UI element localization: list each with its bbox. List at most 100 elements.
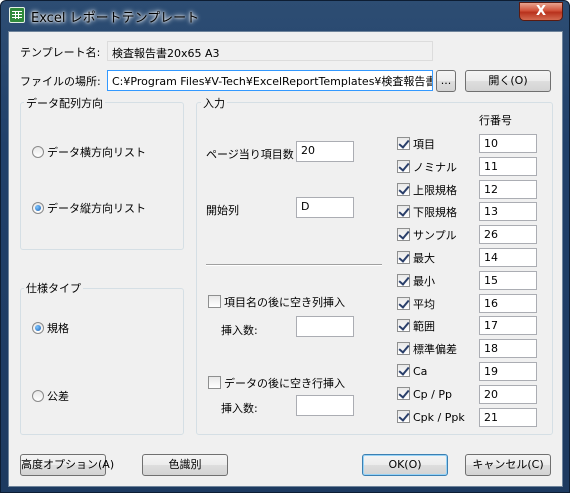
row-checkbox[interactable]: Cp / Pp	[397, 386, 452, 401]
browse-button[interactable]: ...	[436, 70, 456, 92]
row-checkbox-box	[397, 137, 410, 150]
radio-tolerance-dot	[32, 390, 44, 402]
window-title: Excel レポートテンプレート	[31, 11, 200, 26]
radio-spec-limit-dot	[32, 322, 44, 334]
row-number-input[interactable]: 13	[479, 202, 537, 222]
insert-column-count-input[interactable]	[296, 316, 354, 337]
row-checkbox-box	[397, 228, 410, 242]
row-number-input[interactable]: 12	[479, 179, 537, 199]
row-checkbox-box	[397, 409, 410, 423]
spec-type-title: 仕様タイプ	[24, 280, 83, 296]
row-number-input[interactable]: 20	[479, 384, 537, 404]
row-checkbox[interactable]: Ca	[397, 364, 427, 378]
row-number-input[interactable]: 19	[479, 362, 537, 381]
dialog-window: Excel レポートテンプレート X テンプレート名: 検査報告書20x65 A…	[0, 0, 570, 493]
row-checkbox-box	[397, 159, 410, 173]
row-number-input[interactable]: 14	[479, 248, 537, 267]
items-per-page-label: ページ当り項目数	[206, 148, 294, 161]
insert-row-box	[208, 376, 221, 389]
radio-spec-limit[interactable]: 規格	[32, 320, 69, 336]
row-checkbox-label: 上限規格	[413, 183, 457, 197]
row-number-input[interactable]: 16	[479, 293, 537, 313]
row-checkbox-label: 項目	[413, 138, 435, 151]
row-checkbox-box	[397, 251, 410, 264]
insert-column-checkbox[interactable]: 項目名の後に空き列挿入	[208, 294, 345, 310]
row-checkbox[interactable]: 最大	[397, 250, 435, 266]
insert-row-count-input[interactable]	[296, 395, 354, 416]
row-checkbox[interactable]: 最小	[397, 273, 435, 289]
row-checkbox-box	[397, 296, 410, 310]
template-name-label: テンプレート名:	[20, 46, 101, 59]
radio-horizontal-list[interactable]: データ横方向リスト	[32, 144, 146, 160]
row-checkbox-label: 下限規格	[413, 206, 457, 220]
row-checkbox[interactable]: 範囲	[397, 318, 435, 334]
row-checkbox[interactable]: 平均	[397, 296, 435, 312]
template-name-value: 検査報告書20x65 A3	[107, 41, 433, 61]
row-checkbox-label: ノミナル	[413, 160, 457, 174]
row-number-input[interactable]: 10	[479, 134, 537, 153]
items-per-page-input[interactable]: 20	[296, 141, 354, 162]
dialog-client-area: テンプレート名: 検査報告書20x65 A3 ファイルの場所: C:¥Progr…	[8, 31, 563, 487]
row-number-input[interactable]: 11	[479, 156, 537, 176]
cancel-button[interactable]: キャンセル(C)	[465, 454, 551, 476]
insert-row-checkbox[interactable]: データの後に空き行挿入	[208, 375, 345, 391]
data-direction-title: データ配列方向	[24, 95, 105, 111]
advanced-options-button[interactable]: 高度オプション(A)	[20, 454, 114, 476]
input-separator	[206, 264, 382, 266]
row-checkbox-box	[397, 386, 410, 400]
insert-column-count-label: 挿入数:	[221, 324, 258, 337]
data-direction-group	[20, 102, 184, 250]
ok-button[interactable]: OK(O)	[362, 454, 448, 476]
title-bar[interactable]: Excel レポートテンプレート X	[1, 1, 569, 31]
row-checkbox[interactable]: 上限規格	[397, 182, 457, 198]
row-number-input[interactable]: 17	[479, 316, 537, 336]
row-checkbox-label: 最大	[413, 252, 435, 265]
file-location-label: ファイルの場所:	[20, 75, 101, 88]
row-checkbox[interactable]: Cpk / Ppk	[397, 409, 465, 424]
radio-tolerance-label: 公差	[47, 390, 69, 403]
radio-horizontal-dot	[32, 146, 44, 158]
row-checkbox-box	[397, 342, 410, 356]
radio-vertical-dot	[32, 202, 44, 214]
row-checkbox[interactable]: 標準偏差	[397, 341, 457, 357]
start-column-label: 開始列	[206, 204, 239, 217]
row-checkbox[interactable]: サンプル	[397, 227, 457, 243]
insert-column-label: 項目名の後に空き列挿入	[224, 296, 345, 309]
row-number-input[interactable]: 26	[479, 225, 537, 245]
row-checkbox-box	[397, 364, 410, 377]
insert-row-count-label: 挿入数:	[221, 402, 258, 415]
row-checkbox-box	[397, 182, 410, 196]
input-group-title: 入力	[201, 95, 227, 111]
row-checkbox-label: サンプル	[413, 229, 457, 243]
radio-vertical-list[interactable]: データ縦方向リスト	[32, 200, 146, 216]
open-button[interactable]: 開く(O)	[465, 70, 551, 92]
row-checkbox[interactable]: 項目	[397, 136, 435, 152]
file-location-input[interactable]: C:¥Program Files¥V-Tech¥ExcelReportTempl…	[107, 70, 433, 91]
row-number-input[interactable]: 21	[479, 407, 537, 427]
row-checkbox-label: 平均	[413, 297, 435, 311]
radio-horizontal-label: データ横方向リスト	[47, 146, 146, 159]
row-checkbox-label: Cp / Pp	[413, 387, 452, 401]
row-checkbox-box	[397, 205, 410, 219]
row-number-header: 行番号	[479, 114, 512, 127]
radio-vertical-label: データ縦方向リスト	[47, 202, 146, 215]
row-checkbox-label: 範囲	[413, 320, 435, 334]
radio-spec-limit-label: 規格	[47, 322, 69, 335]
excel-app-icon	[9, 7, 25, 23]
color-identify-button[interactable]: 色識別	[142, 454, 228, 476]
row-checkbox[interactable]: ノミナル	[397, 159, 457, 175]
row-number-input[interactable]: 15	[479, 270, 537, 290]
row-checkbox-box	[397, 273, 410, 287]
insert-column-box	[208, 295, 221, 308]
row-checkbox-label: 標準偏差	[413, 343, 457, 357]
row-checkbox[interactable]: 下限規格	[397, 204, 457, 220]
insert-row-label: データの後に空き行挿入	[224, 377, 345, 390]
close-button[interactable]: X	[519, 2, 563, 21]
row-checkbox-label: 最小	[413, 274, 435, 288]
row-checkbox-label: Ca	[413, 365, 428, 378]
radio-tolerance[interactable]: 公差	[32, 388, 69, 404]
row-number-input[interactable]: 18	[479, 339, 537, 359]
spec-type-group	[20, 288, 184, 435]
row-checkbox-box	[397, 319, 410, 333]
start-column-input[interactable]: D	[296, 197, 354, 218]
